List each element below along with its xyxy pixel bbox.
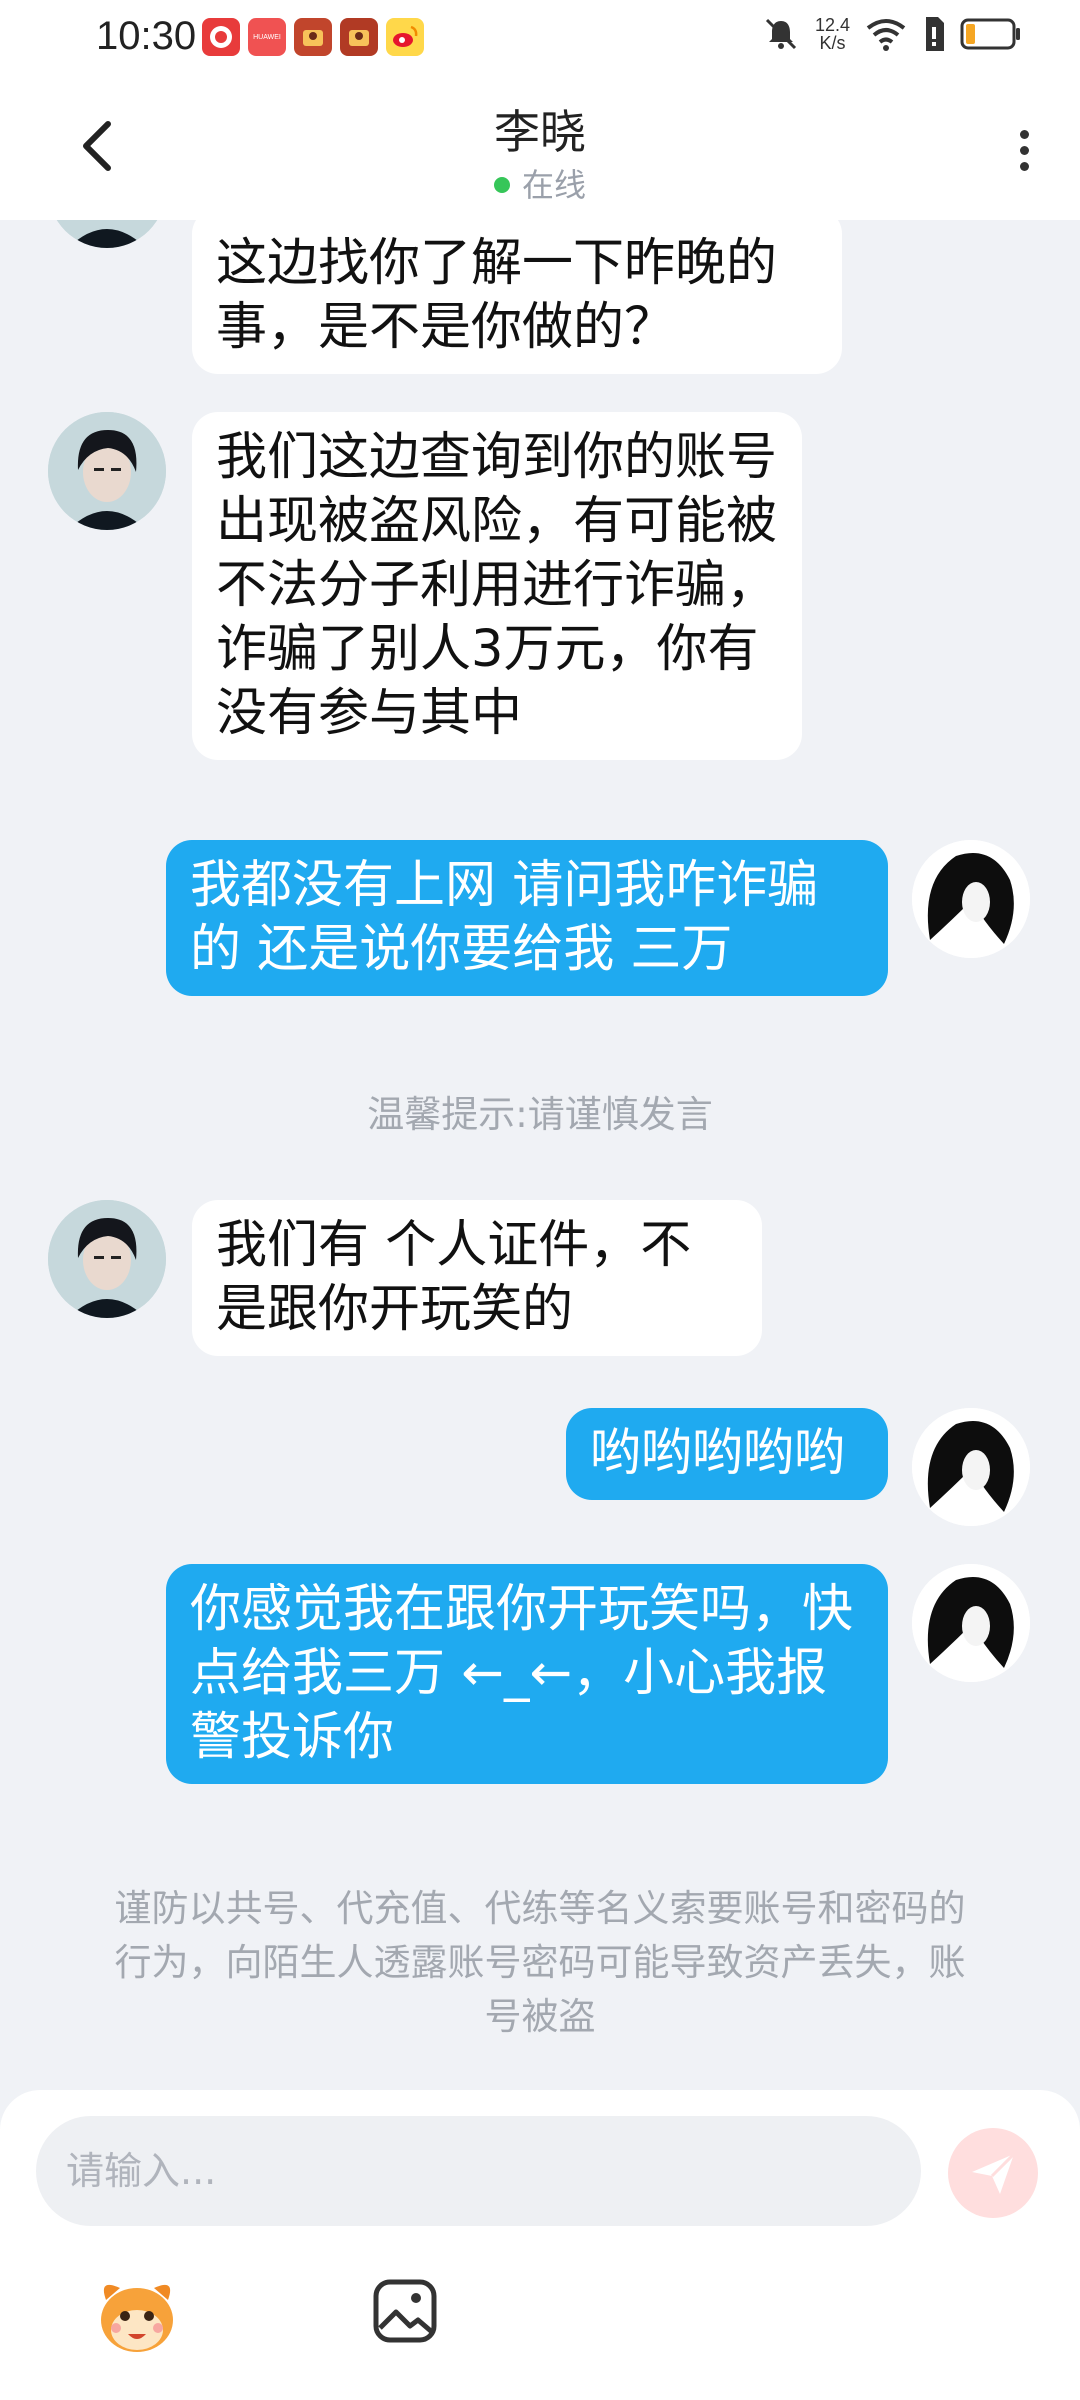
send-button[interactable] — [948, 2128, 1038, 2218]
online-dot-icon — [493, 177, 510, 193]
message-bubble-incoming[interactable]: 这边找你了解一下昨晚的事，是不是你做的？ — [192, 220, 842, 374]
mute-icon — [765, 18, 797, 50]
game-app-icon — [340, 18, 378, 56]
net-speed: 12.4 K/s — [814, 15, 850, 53]
system-status-icons: 12.4 K/s — [761, 14, 1022, 54]
huawei-app-icon: HUAWEI — [248, 18, 286, 56]
more-options-button[interactable] — [1006, 124, 1042, 184]
status-bar: 10:30 HUAWEI 12.4 K/s — [0, 0, 1080, 80]
more-dots-icon — [1019, 130, 1029, 139]
send-icon — [972, 2152, 1016, 2194]
message-bubble-outgoing[interactable]: 哟哟哟哟哟 — [566, 1408, 888, 1500]
emoji-button[interactable] — [92, 2270, 182, 2360]
message-bubble-incoming[interactable]: 我们有 个人证件，不是跟你开玩笑的 — [192, 1200, 762, 1356]
wifi-icon — [866, 19, 906, 51]
user-avatar[interactable] — [912, 840, 1030, 958]
image-picker-button[interactable] — [370, 2276, 440, 2346]
message-list[interactable]: 这边找你了解一下昨晚的事，是不是你做的？ 我们这边查询到你的账号出现被盗风险，有… — [0, 220, 1080, 2090]
contact-name: 李晓 — [494, 105, 586, 159]
user-avatar[interactable] — [912, 1564, 1030, 1682]
battery-icon — [960, 18, 1020, 50]
weibo-icon — [386, 18, 424, 56]
safety-tip: 温馨提示:请谨慎发言 — [367, 1093, 713, 1136]
message-bubble-outgoing[interactable]: 你感觉我在跟你开玩笑吗，快点给我三万 ←_←，小心我报警投诉你 — [166, 1564, 888, 1784]
status-time: 10:30 — [96, 14, 197, 58]
image-icon — [373, 2279, 437, 2343]
message-bubble-incoming[interactable]: 我们这边查询到你的账号出现被盗风险，有可能被不法分子利用进行诈骗，诈骗了别人3万… — [192, 412, 802, 760]
sim-icon — [926, 17, 944, 51]
user-avatar[interactable] — [912, 1408, 1030, 1526]
game-app-icon — [294, 18, 332, 56]
emoji-icon — [101, 2284, 173, 2352]
contact-avatar[interactable] — [48, 220, 166, 248]
online-status: 在线 — [0, 160, 1080, 206]
red-app-icon — [202, 18, 240, 56]
notification-app-icons: HUAWEI — [202, 18, 424, 56]
security-warning: 谨防以共号、代充值、代练等名义索要账号和密码的行为，向陌生人透露账号密码可能导致… — [114, 1887, 966, 2038]
input-bar — [0, 2090, 1080, 2400]
message-bubble-outgoing[interactable]: 我都没有上网 请问我咋诈骗的 还是说你要给我 三万 — [166, 840, 888, 996]
contact-avatar[interactable] — [48, 412, 166, 530]
contact-avatar[interactable] — [48, 1200, 166, 1318]
message-input[interactable] — [36, 2116, 921, 2226]
chat-header: 李晓 在线 — [0, 80, 1080, 220]
